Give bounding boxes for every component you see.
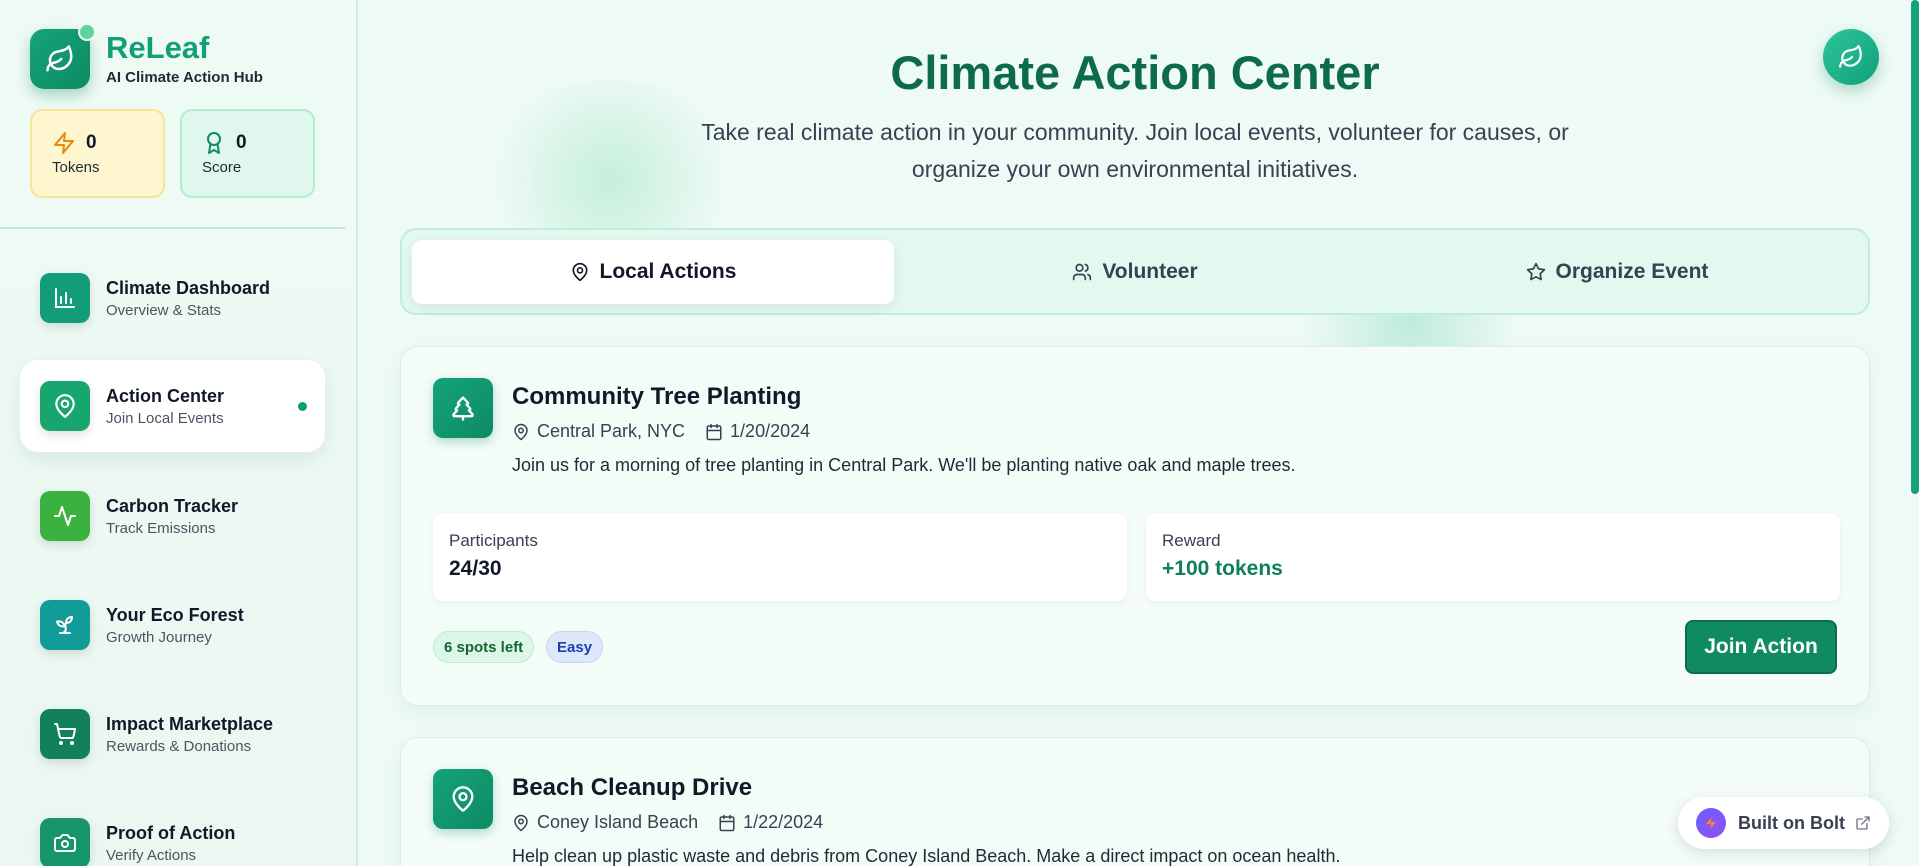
join-action-button[interactable]: Join Action xyxy=(1685,620,1837,674)
tab-volunteer[interactable]: Volunteer xyxy=(894,240,1376,304)
leaf-icon xyxy=(46,45,73,72)
action-location: Central Park, NYC xyxy=(512,421,685,442)
page-title: Climate Action Center xyxy=(890,46,1380,99)
brand-logo xyxy=(30,23,96,89)
lightning-icon xyxy=(54,132,74,154)
nav-subtitle: Join Local Events xyxy=(106,409,224,427)
nav-subtitle: Overview & Stats xyxy=(106,301,222,319)
participants-label: Participants xyxy=(449,531,538,550)
tokens-stat: 0 Tokens xyxy=(30,109,165,198)
map-pin-icon xyxy=(514,814,528,831)
nav-subtitle: Rewards & Donations xyxy=(106,737,252,755)
map-pin-icon xyxy=(514,423,528,440)
sidebar-item-carbon-tracker[interactable]: Carbon Tracker Track Emissions xyxy=(20,470,325,562)
nav-title: Your Eco Forest xyxy=(106,604,244,625)
active-indicator xyxy=(298,402,307,411)
tab-label: Local Actions xyxy=(599,259,737,283)
camera-icon xyxy=(40,818,90,866)
tokens-value: 0 xyxy=(86,132,97,153)
bar-chart-icon xyxy=(40,273,90,323)
nav-subtitle: Verify Actions xyxy=(106,846,197,864)
calendar-icon xyxy=(719,814,735,831)
reward-box: Reward +100 tokens xyxy=(1146,513,1840,601)
reward-label: Reward xyxy=(1162,531,1221,550)
bolt-label: Built on Bolt xyxy=(1738,812,1845,833)
action-title: Beach Cleanup Drive xyxy=(512,774,753,801)
participants-box: Participants 24/30 xyxy=(433,513,1127,601)
built-on-bolt-badge[interactable]: Built on Bolt xyxy=(1678,797,1889,849)
main-content: Climate Action Center Take real climate … xyxy=(360,0,1919,866)
sidebar-item-proof-of-action[interactable]: Proof of Action Verify Actions xyxy=(20,797,325,866)
sidebar-divider xyxy=(0,227,345,229)
nav-title: Action Center xyxy=(106,385,225,406)
action-date: 1/20/2024 xyxy=(705,421,810,442)
location-text: Central Park, NYC xyxy=(537,421,686,441)
sidebar-item-eco-forest[interactable]: Your Eco Forest Growth Journey xyxy=(20,579,325,671)
calendar-icon xyxy=(706,423,722,440)
star-icon xyxy=(1526,262,1545,280)
tree-icon xyxy=(433,378,493,438)
map-pin-icon xyxy=(572,262,588,281)
date-text: 1/22/2024 xyxy=(743,812,824,832)
nav-title: Impact Marketplace xyxy=(106,713,274,734)
action-date: 1/22/2024 xyxy=(718,812,823,833)
leaf-icon[interactable] xyxy=(1823,29,1879,85)
action-card: Beach Cleanup Drive Coney Island Beach 1… xyxy=(400,737,1870,866)
status-dot xyxy=(78,23,96,41)
tab-organize-event[interactable]: Organize Event xyxy=(1376,240,1858,304)
action-description: Join us for a morning of tree planting i… xyxy=(512,455,1296,475)
action-title: Community Tree Planting xyxy=(512,383,802,410)
difficulty-badge: Easy xyxy=(546,631,604,663)
nav-title: Proof of Action xyxy=(106,822,236,843)
brand-subtitle: AI Climate Action Hub xyxy=(106,69,263,86)
brand[interactable]: ReLeaf AI Climate Action Hub xyxy=(30,23,263,89)
bolt-icon xyxy=(1696,808,1727,838)
tab-local-actions[interactable]: Local Actions xyxy=(412,239,894,304)
tab-label: Volunteer xyxy=(1102,259,1198,283)
page-subtitle: Take real climate action in your communi… xyxy=(701,119,1569,182)
cart-icon xyxy=(40,709,90,759)
sprout-icon xyxy=(40,600,90,650)
date-text: 1/20/2024 xyxy=(730,421,811,441)
users-icon xyxy=(1073,263,1092,280)
nav-title: Carbon Tracker xyxy=(106,495,239,516)
scrollbar[interactable] xyxy=(1911,0,1919,494)
award-icon xyxy=(207,132,221,154)
score-label: Score xyxy=(202,159,242,176)
score-value: 0 xyxy=(236,132,247,153)
map-pin-icon xyxy=(40,381,90,431)
external-link-icon xyxy=(1856,816,1870,830)
map-pin-icon xyxy=(433,769,493,829)
nav-subtitle: Track Emissions xyxy=(106,519,216,537)
action-card: Community Tree Planting Central Park, NY… xyxy=(400,346,1870,706)
tokens-label: Tokens xyxy=(52,159,100,176)
sidebar: ReLeaf AI Climate Action Hub 0 Tokens 0 … xyxy=(0,0,358,866)
sidebar-item-impact-marketplace[interactable]: Impact Marketplace Rewards & Donations xyxy=(20,688,325,780)
activity-icon xyxy=(40,491,90,541)
action-location: Coney Island Beach xyxy=(512,812,698,833)
reward-value: +100 tokens xyxy=(1162,557,1283,580)
participants-value: 24/30 xyxy=(449,557,502,580)
nav-title: Climate Dashboard xyxy=(106,277,271,298)
action-tabs: Local Actions Volunteer Organize Event xyxy=(400,228,1870,315)
action-description: Help clean up plastic waste and debris f… xyxy=(512,846,1341,866)
nav-subtitle: Growth Journey xyxy=(106,628,212,646)
spots-badge: 6 spots left xyxy=(433,631,535,663)
tab-label: Organize Event xyxy=(1555,259,1709,283)
sidebar-item-climate-dashboard[interactable]: Climate Dashboard Overview & Stats xyxy=(20,252,325,344)
location-text: Coney Island Beach xyxy=(537,812,699,832)
score-stat: 0 Score xyxy=(180,109,315,198)
brand-name: ReLeaf xyxy=(106,30,210,65)
sidebar-item-action-center[interactable]: Action Center Join Local Events xyxy=(20,360,325,452)
